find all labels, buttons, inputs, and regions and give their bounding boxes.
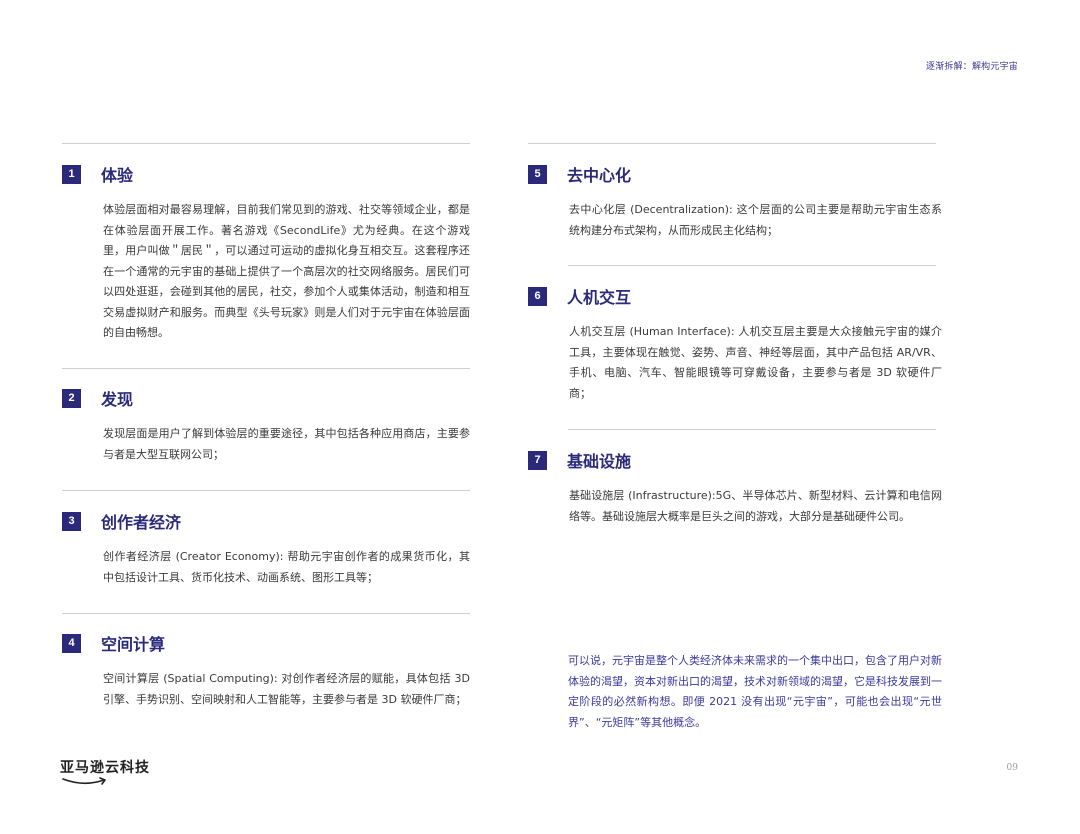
section-title: 发现 <box>101 390 134 409</box>
section-body: 人机交互层 (Human Interface): 人机交互层主要是大众接触元宇宙… <box>569 325 942 400</box>
section-number-badge: 4 <box>62 633 81 653</box>
section-experience: 1 体验 体验层面相对最容易理解，目前我们常见到的游戏、社交等领域企业，都是在体… <box>62 162 470 344</box>
logo-text: 亚马逊云科技 <box>60 760 150 776</box>
section-decentralization: 5 去中心化 去中心化层 (Decentralization): 这个层面的公司… <box>528 162 942 241</box>
section-title: 基础设施 <box>567 452 632 471</box>
section-spatial-computing: 4 空间计算 空间计算层 (Spatial Computing): 对创作者经济… <box>62 631 470 710</box>
section-body: 基础设施层 (Infrastructure):5G、半导体芯片、新型材料、云计算… <box>569 489 942 523</box>
breadcrumb: 逐渐拆解：解构元宇宙 <box>925 62 1018 72</box>
section-body: 创作者经济层 (Creator Economy): 帮助元宇宙创作者的成果货币化… <box>103 550 470 584</box>
section-number-badge: 1 <box>62 164 81 184</box>
section-number-badge: 3 <box>62 511 81 531</box>
section-body: 体验层面相对最容易理解，目前我们常见到的游戏、社交等领域企业，都是在体验层面开展… <box>103 203 470 339</box>
section-title: 人机交互 <box>567 288 632 307</box>
section-title: 体验 <box>101 166 134 185</box>
smile-arrow-icon <box>62 777 106 785</box>
section-title: 去中心化 <box>567 166 632 185</box>
section-infrastructure: 7 基础设施 基础设施层 (Infrastructure):5G、半导体芯片、新… <box>528 448 942 527</box>
section-number-badge: 6 <box>528 286 547 306</box>
section-number-badge: 5 <box>528 164 547 184</box>
section-creator-economy: 3 创作者经济 创作者经济层 (Creator Economy): 帮助元宇宙创… <box>62 509 470 588</box>
section-body: 发现层面是用户了解到体验层的重要途径，其中包括各种应用商店，主要参与者是大型互联… <box>103 427 470 461</box>
section-title: 空间计算 <box>101 635 166 654</box>
section-title: 创作者经济 <box>101 513 182 532</box>
divider <box>62 368 470 369</box>
divider <box>528 143 936 144</box>
page-number: 09 <box>1006 763 1018 773</box>
divider <box>568 265 936 266</box>
section-number-badge: 7 <box>528 450 547 470</box>
section-body: 去中心化层 (Decentralization): 这个层面的公司主要是帮助元宇… <box>569 203 942 237</box>
section-discovery: 2 发现 发现层面是用户了解到体验层的重要途径，其中包括各种应用商店，主要参与者… <box>62 386 470 465</box>
section-body: 空间计算层 (Spatial Computing): 对创作者经济层的赋能，具体… <box>103 672 470 706</box>
section-number-badge: 2 <box>62 388 81 408</box>
brand-logo: 亚马逊云科技 <box>60 757 160 791</box>
divider <box>62 613 470 614</box>
divider <box>62 143 470 144</box>
divider <box>568 429 936 430</box>
divider <box>62 490 470 491</box>
section-human-interface: 6 人机交互 人机交互层 (Human Interface): 人机交互层主要是… <box>528 284 942 404</box>
closing-paragraph: 可以说，元宇宙是整个人类经济体未来需求的一个集中出口，包含了用户对新体验的渴望，… <box>568 654 942 729</box>
